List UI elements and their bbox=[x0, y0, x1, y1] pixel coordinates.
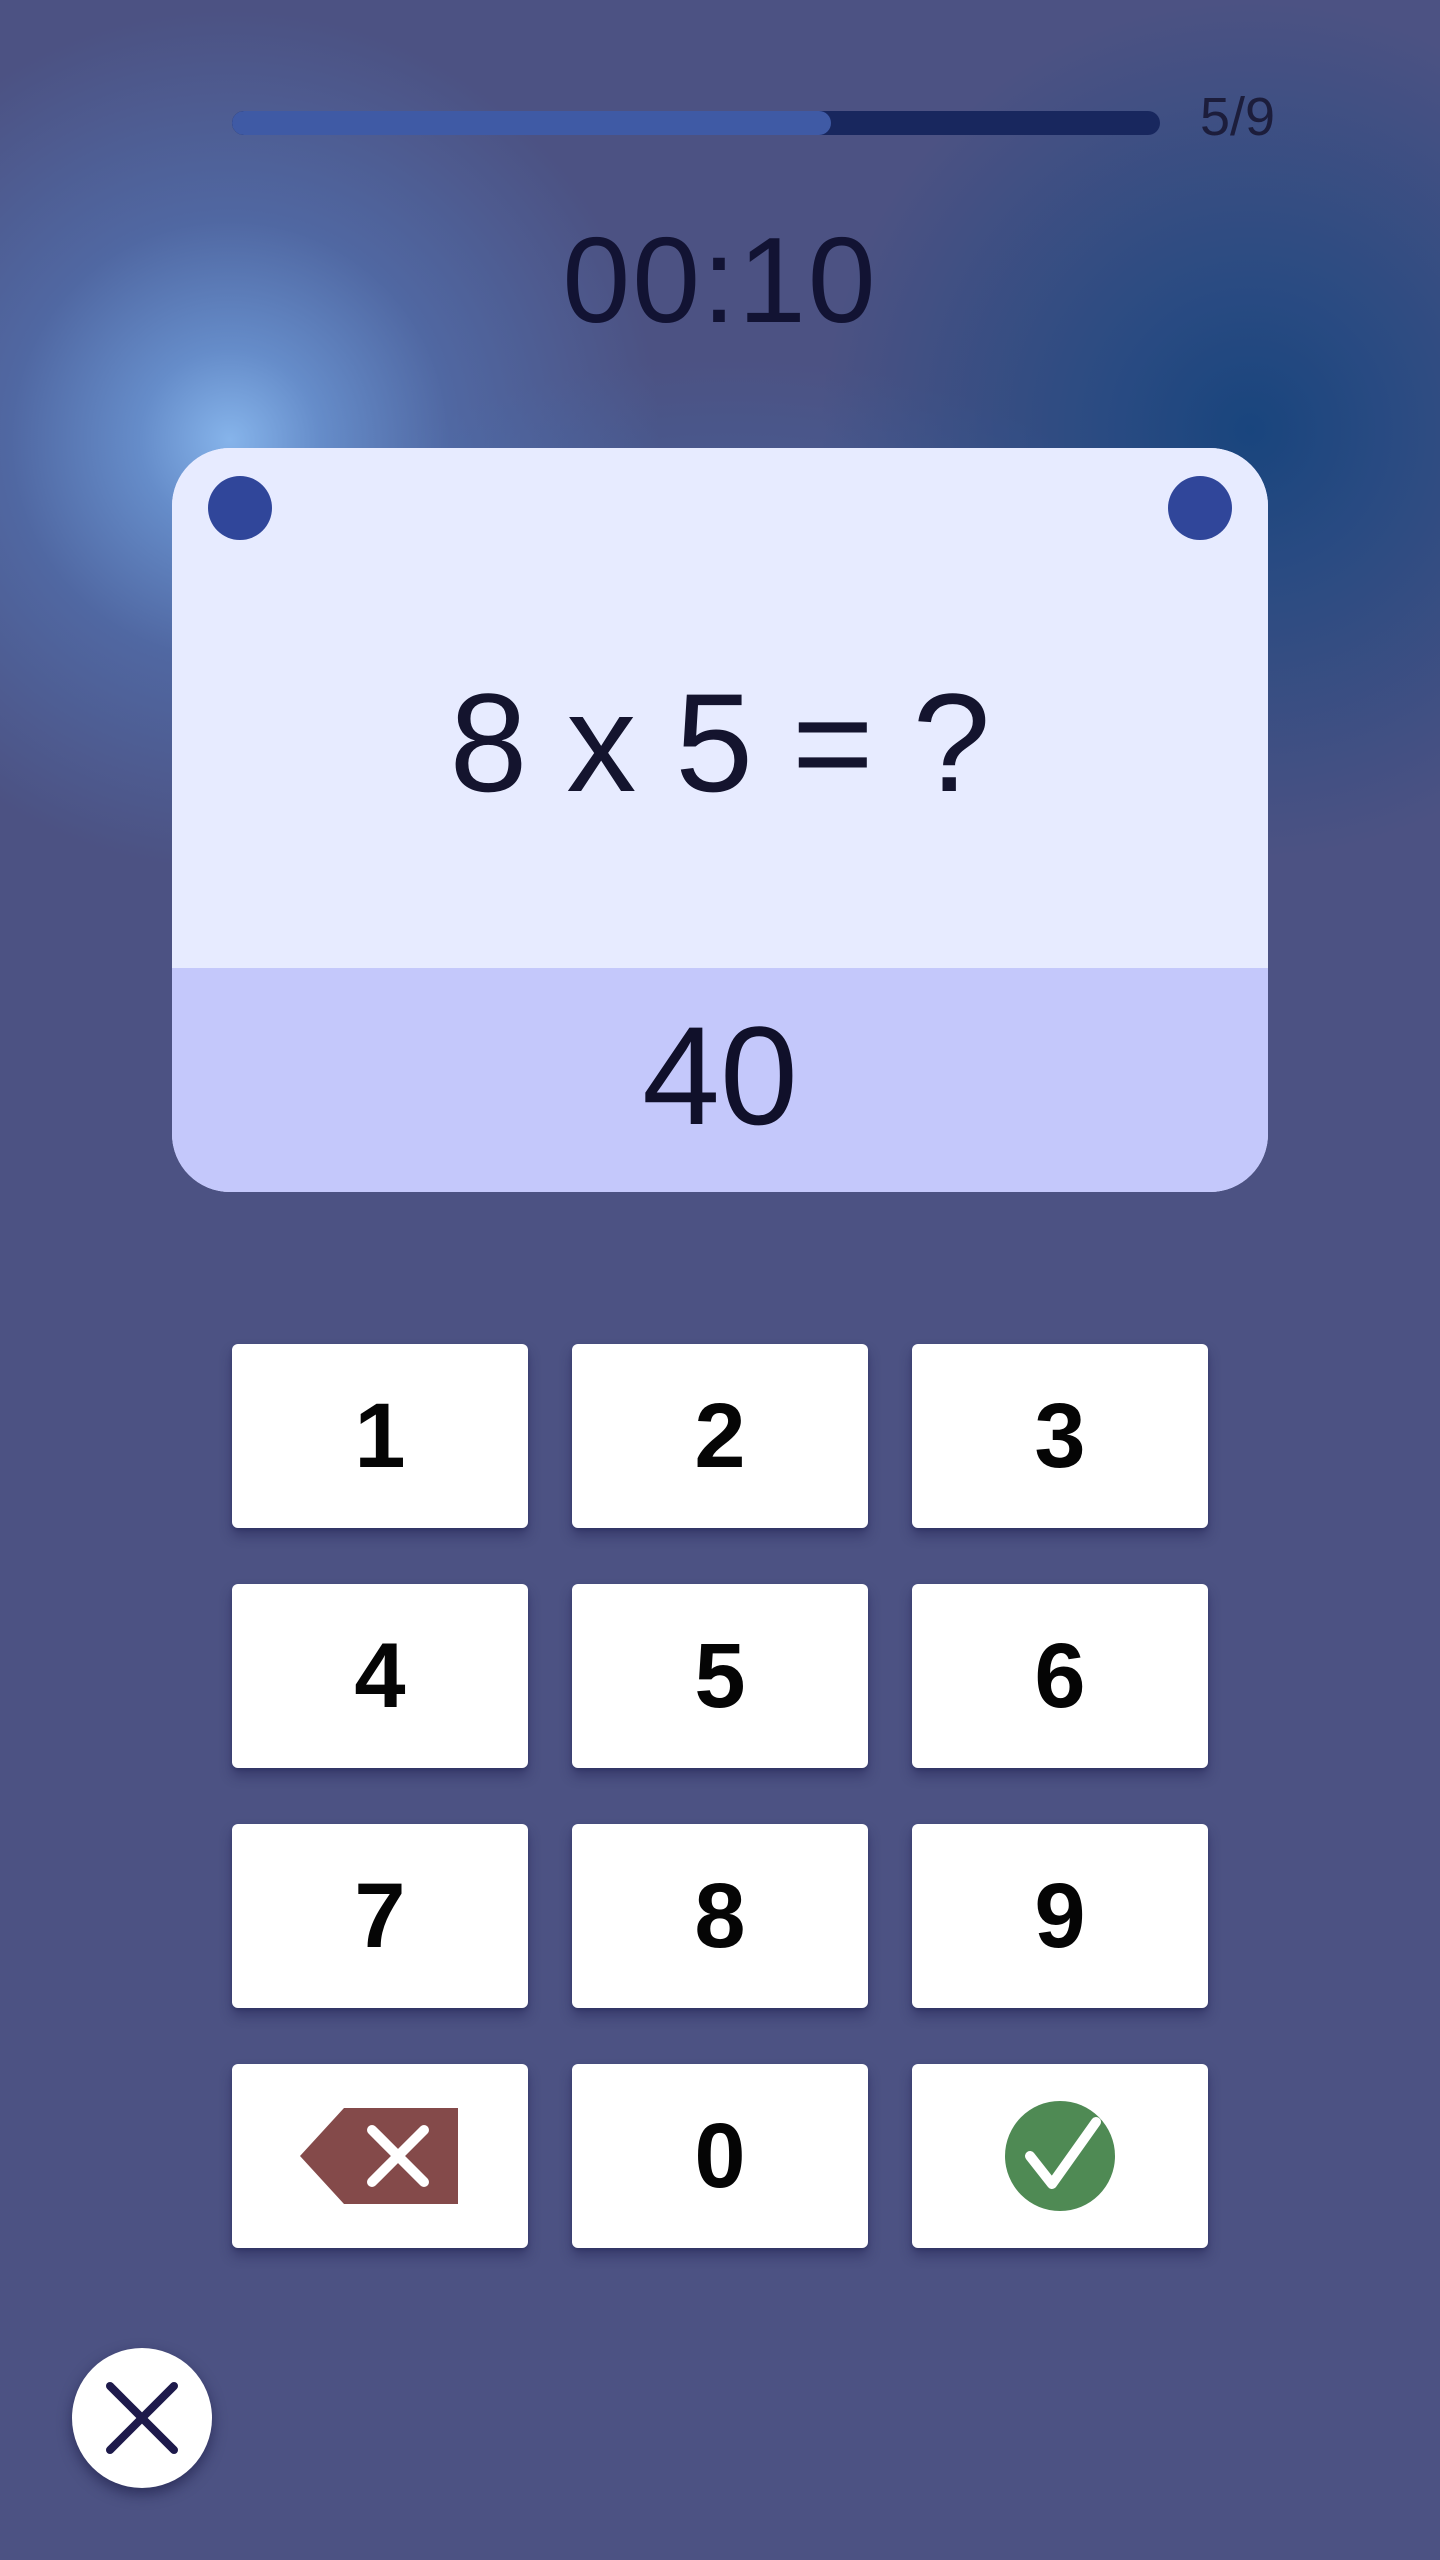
backspace-button[interactable] bbox=[232, 2064, 528, 2248]
key-4[interactable]: 4 bbox=[232, 1584, 528, 1768]
key-8[interactable]: 8 bbox=[572, 1824, 868, 2008]
progress-bar-fill bbox=[232, 111, 831, 135]
close-button[interactable] bbox=[72, 2348, 212, 2488]
number-keypad: 1 2 3 4 5 6 7 8 9 0 bbox=[232, 1344, 1208, 2248]
timer: 00:10 bbox=[562, 212, 878, 348]
progress-counter: 5/9 bbox=[1200, 87, 1276, 147]
checkmark-icon bbox=[1005, 2101, 1115, 2211]
progress-bar bbox=[232, 111, 1160, 135]
question-text: 8 x 5 = ? bbox=[449, 664, 991, 821]
backspace-icon bbox=[300, 2108, 458, 2204]
pin-right-icon bbox=[1168, 476, 1232, 540]
confirm-button[interactable] bbox=[912, 2064, 1208, 2248]
key-2[interactable]: 2 bbox=[572, 1344, 868, 1528]
key-3[interactable]: 3 bbox=[912, 1344, 1208, 1528]
question-card: 8 x 5 = ? 40 bbox=[172, 448, 1268, 1192]
key-9[interactable]: 9 bbox=[912, 1824, 1208, 2008]
key-1[interactable]: 1 bbox=[232, 1344, 528, 1528]
answer-text: 40 bbox=[642, 997, 798, 1154]
key-7[interactable]: 7 bbox=[232, 1824, 528, 2008]
question-area: 8 x 5 = ? bbox=[172, 448, 1268, 968]
key-5[interactable]: 5 bbox=[572, 1584, 868, 1768]
close-icon bbox=[106, 2382, 178, 2454]
key-6[interactable]: 6 bbox=[912, 1584, 1208, 1768]
answer-field: 40 bbox=[172, 968, 1268, 1192]
pin-left-icon bbox=[208, 476, 272, 540]
key-0[interactable]: 0 bbox=[572, 2064, 868, 2248]
